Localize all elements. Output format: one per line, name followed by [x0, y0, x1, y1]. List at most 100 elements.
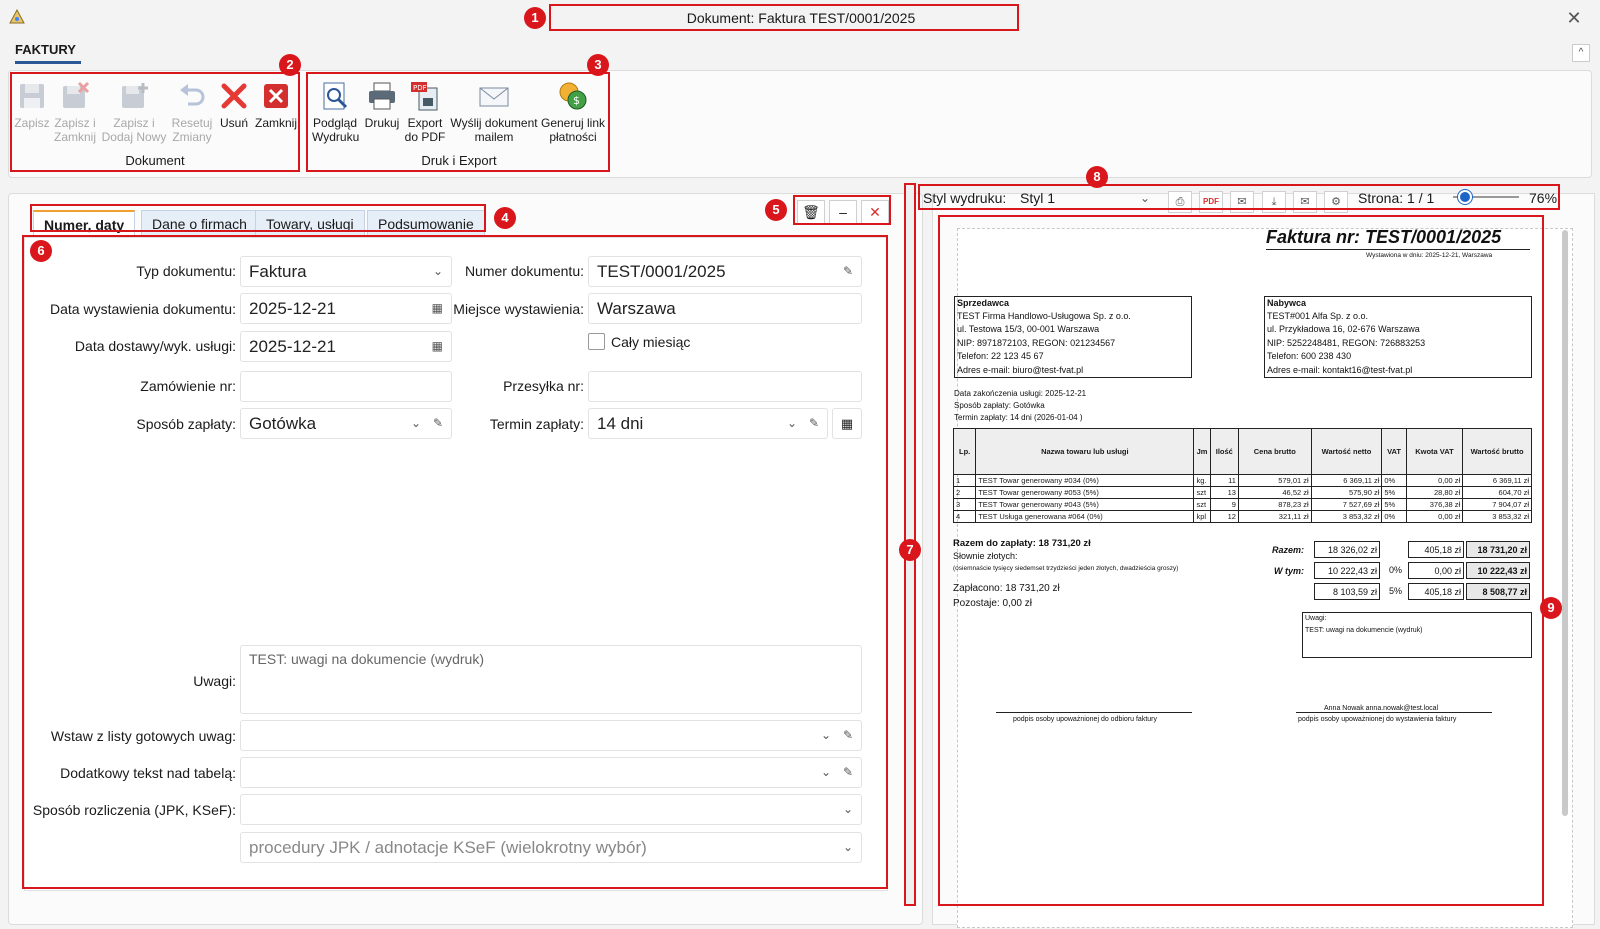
table-cell: TEST Towar generowany #043 (5%): [975, 498, 1195, 511]
print-preview-button[interactable]: Podgląd Wydruku: [312, 80, 359, 144]
seller-line: Telefon: 22 123 45 67: [957, 351, 1044, 361]
due-calendar-button[interactable]: ▦: [832, 408, 862, 439]
svg-text:PDF: PDF: [413, 84, 427, 92]
settlement-select[interactable]: ⌄: [240, 794, 862, 825]
pencil-icon[interactable]: ✎: [809, 409, 819, 438]
envelope-send-icon[interactable]: ✉: [1293, 191, 1317, 213]
pdf-icon[interactable]: PDF: [1199, 191, 1223, 213]
group-label-dokument: Dokument: [125, 153, 185, 168]
extra-text-select[interactable]: ⌄ ✎: [240, 757, 862, 788]
print-preview-icon: [323, 82, 348, 110]
buyer-line: TEST#001 Alfa Sp. z o.o.: [1267, 311, 1369, 321]
ribbon-collapse-icon[interactable]: ^: [1572, 44, 1590, 62]
buyer-heading: Nabywca: [1267, 298, 1307, 308]
notes-textarea[interactable]: TEST: uwagi na dokumencie (wydruk): [240, 645, 862, 714]
mail-icon[interactable]: ✉: [1230, 191, 1254, 213]
invoice-meta: Sposób zapłaty: Gotówka: [954, 401, 1045, 410]
style-select[interactable]: Styl 1 ⌄: [1014, 186, 1156, 210]
tab-numer-daty[interactable]: Numer, daty: [33, 210, 136, 237]
close-window-icon[interactable]: ✕: [1562, 6, 1586, 30]
undo-icon: [180, 84, 205, 106]
ribbon-tab-faktury[interactable]: FAKTURY: [15, 42, 76, 57]
svg-text:$: $: [573, 94, 580, 107]
doc-type-label: Typ dokumentu:: [136, 263, 236, 279]
notes-heading: Uwagi:: [1305, 615, 1327, 622]
window-title: Dokument: Faktura TEST/0001/2025: [686, 10, 916, 26]
tab-dane-o-firmach[interactable]: Dane o firmach: [141, 210, 258, 237]
notes-text: TEST: uwagi na dokumencie (wydruk): [1305, 627, 1423, 634]
delete-button[interactable]: Usuń: [216, 80, 252, 130]
ribbon-tab-underline: [15, 61, 81, 64]
doc-number-input[interactable]: TEST/0001/2025 ✎: [588, 256, 862, 287]
export-icon[interactable]: ⤓: [1262, 191, 1286, 213]
table-cell: 7 904,07 zł: [1462, 498, 1532, 511]
table-cell: 7 527,69 zł: [1310, 498, 1383, 511]
issue-date-input[interactable]: 2025-12-21 ▦: [240, 293, 452, 324]
signature-left-caption: podpis osoby upoważnionej do odbioru fak…: [1013, 716, 1157, 723]
column-header: Kwota VAT: [1405, 428, 1464, 475]
paid-amount: Zapłacono: 18 731,20 zł: [953, 583, 1060, 594]
save-close-button[interactable]: Zapisz i Zamknij: [52, 80, 98, 144]
delivery-date-input[interactable]: 2025-12-21 ▦: [240, 331, 452, 362]
tab-towary-uslugi[interactable]: Towary, usługi: [255, 210, 365, 237]
issue-date-label: Data wystawienia dokumentu:: [50, 301, 236, 317]
badge-7: 7: [899, 539, 921, 561]
whole-month-checkbox[interactable]: [588, 333, 605, 350]
preview-scrollbar[interactable]: [1562, 230, 1568, 816]
column-header: Ilość: [1209, 428, 1239, 475]
table-cell: 6 369,11 zł: [1310, 474, 1383, 487]
delete-x-icon: [221, 83, 247, 109]
style-label: Styl wydruku:: [923, 190, 1007, 206]
due-select[interactable]: 14 dni ⌄ ✎: [588, 408, 828, 439]
minimize-button[interactable]: –: [829, 200, 857, 224]
zoom-slider-thumb[interactable]: [1457, 190, 1472, 204]
shipment-label: Przesyłka nr:: [503, 378, 584, 394]
close-button[interactable]: Zamknij: [254, 80, 298, 130]
send-mail-button[interactable]: Wyślij dokument mailem: [448, 80, 540, 144]
remaining-amount: Pozostaje: 0,00 zł: [953, 598, 1032, 609]
procedures-multiselect[interactable]: procedury JPK / adnotacje KSeF (wielokro…: [240, 832, 862, 863]
order-input[interactable]: [240, 371, 452, 402]
close-box-icon: [264, 84, 288, 108]
pencil-icon[interactable]: ✎: [843, 758, 853, 787]
save-icon: [20, 84, 44, 108]
column-header: Wartość netto: [1310, 428, 1383, 475]
reset-changes-button[interactable]: Resetuj Zmiany: [168, 80, 216, 144]
form-area: [24, 237, 888, 891]
print-icon[interactable]: ⎙: [1168, 191, 1192, 213]
save-new-button[interactable]: Zapisz i Dodaj Nowy: [100, 80, 168, 144]
chevron-down-icon: ⌄: [820, 765, 831, 779]
table-cell: 3 853,32 zł: [1310, 510, 1383, 523]
table-cell: kg.: [1193, 474, 1211, 487]
badge-9: 9: [1540, 597, 1562, 619]
pencil-icon[interactable]: ✎: [843, 257, 853, 286]
export-pdf-button[interactable]: PDF Export do PDF: [404, 80, 446, 144]
badge-6: 6: [30, 240, 52, 262]
clear-button[interactable]: 🗑: [797, 200, 825, 224]
ready-notes-select[interactable]: ⌄ ✎: [240, 720, 862, 751]
calendar-icon[interactable]: ▦: [432, 332, 443, 361]
payment-link-button[interactable]: $ Generuj link płatności: [540, 80, 606, 144]
pencil-icon[interactable]: ✎: [843, 721, 853, 750]
place-input[interactable]: Warszawa: [588, 293, 862, 324]
print-button[interactable]: Drukuj: [362, 80, 402, 130]
gear-icon[interactable]: ⚙: [1324, 191, 1348, 213]
summary-cell: 18 326,02 zł: [1314, 541, 1380, 558]
due-label: Termin zapłaty:: [489, 416, 584, 432]
badge-1: 1: [524, 7, 546, 29]
doc-type-select[interactable]: Faktura ⌄: [240, 256, 452, 287]
table-cell: 321,11 zł: [1237, 510, 1312, 523]
close-tab-button[interactable]: ✕: [861, 200, 889, 224]
table-row: 1 TEST Towar generowany #034 (0%) kg. 11 579…: [952, 474, 1532, 487]
shipment-input[interactable]: [588, 371, 862, 402]
envelope-icon: [479, 87, 509, 107]
save-button[interactable]: Zapisz: [12, 80, 52, 130]
signature-line-left: [996, 712, 1192, 713]
signature-line-right: [1296, 712, 1492, 713]
tab-podsumowanie[interactable]: Podsumowanie: [367, 210, 485, 237]
payment-select[interactable]: Gotówka ⌄ ✎: [240, 408, 452, 439]
table-cell: 1: [952, 474, 977, 487]
table-cell: 3 853,32 zł: [1462, 510, 1532, 523]
table-cell: szt: [1193, 498, 1211, 511]
chevron-down-icon: ⌄: [786, 416, 797, 430]
